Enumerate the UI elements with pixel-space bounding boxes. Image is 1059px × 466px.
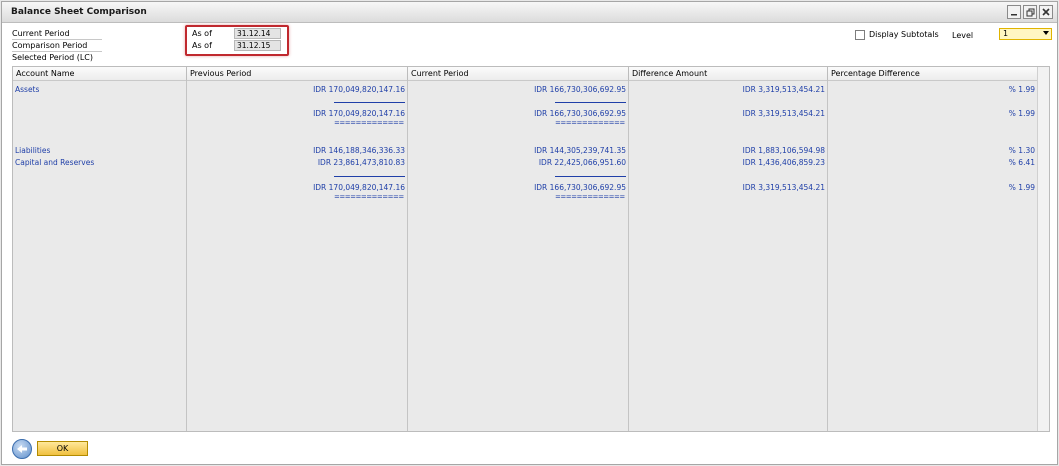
display-subtotals-label: Display Subtotals bbox=[869, 30, 939, 39]
table-cell-curr: IDR 166,730,306,692.95 bbox=[534, 85, 626, 94]
table-cell-diff: IDR 3,319,513,454.21 bbox=[742, 183, 825, 192]
minimize-icon bbox=[1011, 14, 1017, 16]
double-underline: ============= bbox=[555, 193, 625, 201]
table-cell-prev: IDR 23,861,473,810.83 bbox=[317, 158, 405, 167]
column-account-name bbox=[13, 81, 187, 431]
comparison-table: Account Name Previous Period Current Per… bbox=[12, 66, 1050, 432]
table-cell-prev: IDR 170,049,820,147.16 bbox=[313, 183, 405, 192]
close-icon bbox=[1042, 8, 1050, 16]
single-underline bbox=[555, 102, 626, 103]
balance-sheet-window: Balance Sheet Comparison Current Period … bbox=[1, 1, 1058, 465]
table-cell-prev: IDR 170,049,820,147.16 bbox=[313, 109, 405, 118]
restore-icon bbox=[1026, 8, 1034, 16]
table-cell-prev: IDR 170,049,820,147.16 bbox=[313, 85, 405, 94]
arrow-left-icon bbox=[17, 445, 27, 453]
table-cell-diff: IDR 3,319,513,454.21 bbox=[742, 85, 825, 94]
table-cell-diff: IDR 3,319,513,454.21 bbox=[742, 109, 825, 118]
window-title: Balance Sheet Comparison bbox=[11, 7, 147, 17]
account-link-liabilities[interactable]: Liabilities bbox=[15, 146, 50, 155]
column-previous-period bbox=[187, 81, 408, 431]
account-link-capital-and-reserves[interactable]: Capital and Reserves bbox=[15, 158, 94, 167]
single-underline bbox=[555, 176, 626, 177]
column-header-percentage-difference[interactable]: Percentage Difference bbox=[828, 67, 1039, 81]
comparison-period-type[interactable]: As of bbox=[192, 41, 232, 51]
comparison-period-date[interactable]: 31.12.15 bbox=[234, 40, 281, 51]
selected-period-label: Selected Period (LC) bbox=[12, 53, 93, 62]
minimize-button[interactable] bbox=[1007, 5, 1021, 19]
table-cell-pct: % 1.99 bbox=[1008, 85, 1035, 94]
level-label: Level bbox=[952, 31, 974, 40]
close-button[interactable] bbox=[1039, 5, 1053, 19]
table-cell-curr: IDR 22,425,066,951.60 bbox=[538, 158, 626, 167]
single-underline bbox=[334, 102, 405, 103]
column-percentage-difference bbox=[828, 81, 1039, 431]
divider bbox=[12, 51, 102, 52]
table-cell-diff: IDR 1,883,106,594.98 bbox=[742, 146, 825, 155]
column-header-difference-amount[interactable]: Difference Amount bbox=[629, 67, 828, 81]
double-underline: ============= bbox=[555, 119, 625, 127]
title-bar[interactable]: Balance Sheet Comparison bbox=[2, 2, 1057, 23]
level-value: 1 bbox=[1003, 29, 1009, 38]
table-cell-pct: % 1.99 bbox=[1008, 109, 1035, 118]
comparison-period-label: Comparison Period bbox=[12, 41, 88, 50]
current-period-type[interactable]: As of bbox=[192, 29, 232, 39]
display-subtotals-checkbox[interactable] bbox=[855, 30, 865, 40]
current-period-label: Current Period bbox=[12, 29, 70, 38]
double-underline: ============= bbox=[334, 119, 404, 127]
back-button[interactable] bbox=[12, 439, 32, 459]
table-cell-diff: IDR 1,436,406,859.23 bbox=[742, 158, 825, 167]
table-cell-pct: % 1.30 bbox=[1008, 146, 1035, 155]
column-current-period bbox=[408, 81, 629, 431]
double-underline: ============= bbox=[334, 193, 404, 201]
table-cell-pct: % 1.99 bbox=[1008, 183, 1035, 192]
column-difference-amount bbox=[629, 81, 828, 431]
chevron-down-icon bbox=[1043, 31, 1049, 35]
vertical-scrollbar[interactable] bbox=[1037, 67, 1049, 431]
column-header-previous-period[interactable]: Previous Period bbox=[187, 67, 408, 81]
level-dropdown[interactable]: 1 bbox=[999, 28, 1052, 40]
divider bbox=[12, 39, 102, 40]
account-link-assets[interactable]: Assets bbox=[15, 85, 39, 94]
restore-button[interactable] bbox=[1023, 5, 1037, 19]
table-cell-curr: IDR 144,305,239,741.35 bbox=[534, 146, 626, 155]
column-header-current-period[interactable]: Current Period bbox=[408, 67, 629, 81]
table-cell-curr: IDR 166,730,306,692.95 bbox=[534, 109, 626, 118]
single-underline bbox=[334, 176, 405, 177]
table-cell-prev: IDR 146,188,346,336.33 bbox=[313, 146, 405, 155]
table-cell-pct: % 6.41 bbox=[1008, 158, 1035, 167]
current-period-date[interactable]: 31.12.14 bbox=[234, 28, 281, 39]
table-cell-curr: IDR 166,730,306,692.95 bbox=[534, 183, 626, 192]
column-header-account-name[interactable]: Account Name bbox=[13, 67, 187, 81]
ok-button[interactable]: OK bbox=[37, 441, 88, 456]
